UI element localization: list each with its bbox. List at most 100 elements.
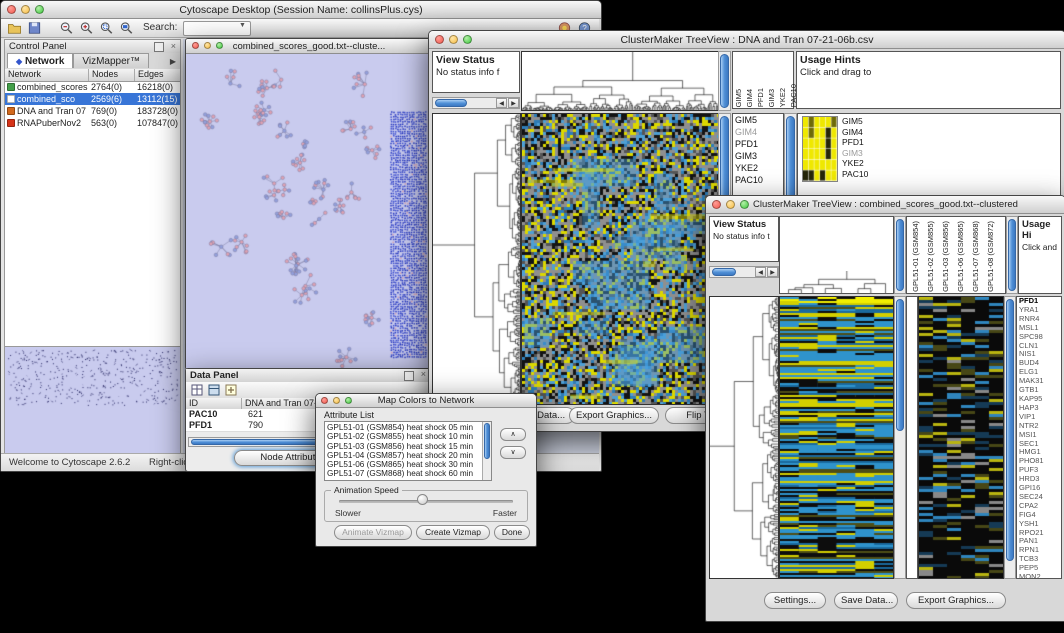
attribute-list-vscrollbar[interactable]	[482, 422, 491, 480]
row-label[interactable]: YKE2	[733, 162, 783, 174]
tv2-row-dendrogram[interactable]	[709, 296, 779, 579]
col-id[interactable]: ID	[186, 398, 242, 409]
network-row-selected[interactable]: combined_sco 2569(6) 13112(15)	[5, 93, 180, 105]
search-dropdown-arrow-icon[interactable]: ▼	[239, 22, 246, 29]
save-session-icon[interactable]	[27, 21, 42, 35]
create-attribute-icon[interactable]	[225, 384, 237, 396]
column-label[interactable]: PFD1	[756, 88, 765, 107]
tv2-labels-top-vscrollbar[interactable]	[1006, 216, 1018, 294]
tab-network[interactable]: ◆ Network	[7, 53, 73, 68]
settings-button[interactable]: Settings...	[764, 592, 826, 609]
tv2-column-dendrogram[interactable]	[780, 271, 893, 293]
row-label[interactable]: GIM5	[733, 114, 783, 126]
column-label[interactable]: GPL51-01 (GSM854)	[911, 221, 920, 292]
tv2-top-vscrollbar[interactable]	[894, 216, 906, 294]
network-graph-canvas[interactable]	[186, 54, 430, 368]
tab-overflow-icon[interactable]: ▶	[170, 57, 176, 66]
minimize-button[interactable]	[333, 397, 340, 404]
attribute-item[interactable]: GPL51-07 (GSM868) heat shock 60 min	[325, 469, 481, 478]
gene-label[interactable]: MON2	[1017, 573, 1061, 579]
tv1-tree-hscrollbar[interactable]: ◀ ▶	[432, 97, 520, 109]
zoom-fit-icon[interactable]	[119, 21, 134, 35]
minimize-button[interactable]	[726, 200, 735, 209]
scroll-right-icon[interactable]: ▶	[767, 267, 778, 277]
close-button[interactable]	[321, 397, 328, 404]
column-label[interactable]: YKE2	[778, 88, 787, 107]
column-label[interactable]: GPL51-03 (GSM856)	[941, 221, 950, 292]
selection-label[interactable]: GIM4	[842, 127, 868, 138]
select-attributes-icon[interactable]	[208, 384, 220, 396]
tv1-column-dendrogram[interactable]	[521, 51, 719, 111]
attribute-item[interactable]: GPL51-04 (GSM857) heat shock 20 min	[325, 451, 481, 460]
attribute-item[interactable]: GPL51-02 (GSM855) heat shock 10 min	[325, 432, 481, 441]
export-graphics-button[interactable]: Export Graphics...	[569, 407, 659, 424]
column-label[interactable]: GIM4	[745, 89, 754, 107]
tv1-heatmap[interactable]	[521, 113, 719, 405]
attribute-item[interactable]: GPL51-06 (GSM865) heat shock 30 min	[325, 460, 481, 469]
animation-slider-thumb[interactable]	[417, 494, 428, 505]
close-panel-icon[interactable]: ×	[171, 41, 176, 51]
tv2-overview-vscrollbar[interactable]	[1004, 296, 1016, 579]
treeview1-titlebar[interactable]: ClusterMaker TreeView : DNA and Tran 07-…	[429, 31, 1064, 49]
open-session-icon[interactable]	[7, 21, 22, 35]
zoom-button[interactable]	[740, 200, 749, 209]
network-row[interactable]: RNAPuberNov2 563(0) 107847(0)	[5, 117, 180, 129]
col-nodes[interactable]: Nodes	[89, 69, 135, 81]
done-button[interactable]: Done	[494, 525, 530, 540]
create-vizmap-button[interactable]: Create Vizmap	[416, 525, 490, 540]
minimize-button[interactable]	[449, 35, 458, 44]
attribute-grid-icon[interactable]	[191, 384, 203, 396]
tv2-tree-hscrollbar[interactable]: ◀ ▶	[709, 266, 779, 278]
zoom-selected-icon[interactable]	[99, 21, 114, 35]
dialog-titlebar[interactable]: Map Colors to Network	[316, 394, 536, 408]
selection-label[interactable]: GIM5	[842, 116, 868, 127]
zoom-button[interactable]	[216, 42, 223, 49]
attribute-item[interactable]: GPL51-01 (GSM854) heat shock 05 min	[325, 423, 481, 432]
network-row[interactable]: DNA and Tran 07 769(0) 183728(0)	[5, 105, 180, 117]
close-button[interactable]	[7, 5, 16, 14]
zoom-in-icon[interactable]	[79, 21, 94, 35]
zoom-button[interactable]	[463, 35, 472, 44]
tab-vizmapper[interactable]: VizMapper™	[73, 53, 149, 68]
tv1-top-vscrollbar[interactable]	[718, 51, 731, 111]
move-down-button[interactable]: ∨	[500, 446, 526, 459]
close-button[interactable]	[435, 35, 444, 44]
main-titlebar[interactable]: Cytoscape Desktop (Session Name: collins…	[1, 1, 601, 19]
save-data-button[interactable]: Save Data...	[834, 592, 898, 609]
network-view-titlebar[interactable]: combined_scores_good.txt--cluste...	[186, 39, 432, 54]
selection-label[interactable]: GIM3	[842, 148, 868, 159]
network-row[interactable]: combined_scores 2764(0) 16218(0)	[5, 81, 180, 93]
selection-label[interactable]: YKE2	[842, 158, 868, 169]
zoom-button[interactable]	[345, 397, 352, 404]
column-label[interactable]: GPL51-08 (GSM872)	[986, 221, 995, 292]
export-graphics-button[interactable]: Export Graphics...	[906, 592, 1006, 609]
column-label[interactable]: GPL51-07 (GSM868)	[971, 221, 980, 292]
row-label[interactable]: GIM4	[733, 126, 783, 138]
network-overview-canvas[interactable]	[5, 346, 180, 453]
float-panel-icon[interactable]	[404, 371, 414, 381]
selection-label[interactable]: PFD1	[842, 137, 868, 148]
column-label[interactable]: GPL51-06 (GSM865)	[956, 221, 965, 292]
zoom-button[interactable]	[35, 5, 44, 14]
col-edges[interactable]: Edges	[135, 69, 180, 81]
zoom-out-icon[interactable]	[59, 21, 74, 35]
selection-label[interactable]: PAC10	[842, 169, 868, 180]
minimize-button[interactable]	[21, 5, 30, 14]
row-label[interactable]: GIM3	[733, 150, 783, 162]
col-network[interactable]: Network	[5, 69, 89, 81]
row-label[interactable]: PAC10	[733, 174, 783, 186]
move-up-button[interactable]: ∧	[500, 428, 526, 441]
animate-vizmap-button[interactable]: Animate Vizmap	[334, 525, 412, 540]
tv1-row-dendrogram[interactable]	[432, 113, 521, 405]
float-panel-icon[interactable]	[154, 42, 164, 52]
column-label[interactable]: GIM5	[734, 89, 743, 107]
tv2-heatmap-vscrollbar[interactable]	[894, 296, 906, 579]
scroll-left-icon[interactable]: ◀	[496, 98, 507, 108]
scroll-right-icon[interactable]: ▶	[508, 98, 519, 108]
attribute-item[interactable]: GPL51-03 (GSM856) heat shock 15 min	[325, 442, 481, 451]
row-label[interactable]: PFD1	[733, 138, 783, 150]
tv2-overview-heatmap[interactable]	[918, 296, 1004, 579]
tv2-heatmap[interactable]	[779, 296, 894, 579]
treeview2-titlebar[interactable]: ClusterMaker TreeView : combined_scores_…	[706, 196, 1064, 214]
scroll-left-icon[interactable]: ◀	[755, 267, 766, 277]
